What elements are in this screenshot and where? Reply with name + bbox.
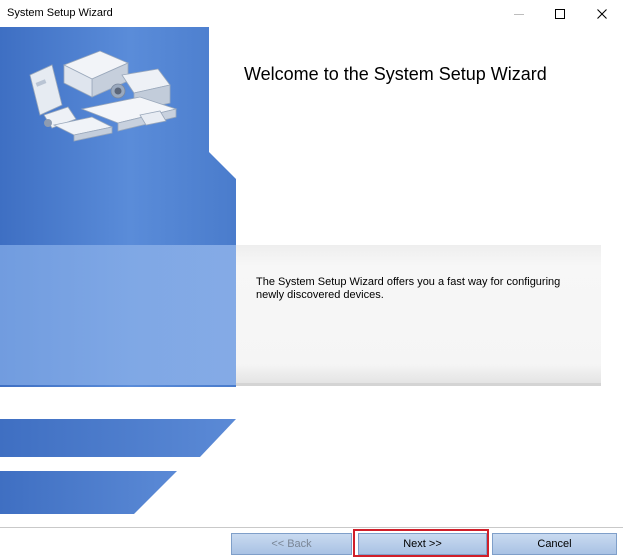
maximize-button[interactable] xyxy=(538,0,582,27)
cancel-button[interactable]: Cancel xyxy=(492,533,617,555)
maximize-icon xyxy=(555,8,565,19)
wizard-content: Welcome to the System Setup Wizard The S… xyxy=(0,27,623,527)
minimize-icon xyxy=(514,13,524,15)
wizard-description: The System Setup Wizard offers you a fas… xyxy=(256,276,561,301)
close-button[interactable] xyxy=(580,0,623,27)
stripe-upper xyxy=(0,419,236,457)
window-title: System Setup Wizard xyxy=(7,7,113,19)
title-bar: System Setup Wizard xyxy=(0,0,623,27)
banner-band xyxy=(0,245,236,385)
stripe-lower xyxy=(0,471,177,514)
back-button[interactable]: << Back xyxy=(231,533,352,555)
close-icon xyxy=(597,8,607,19)
minimize-button[interactable] xyxy=(497,0,541,27)
footer-divider xyxy=(0,527,623,528)
band-shadow xyxy=(236,383,601,386)
description-band xyxy=(236,245,601,385)
page-title: Welcome to the System Setup Wizard xyxy=(244,64,547,84)
next-button[interactable]: Next >> xyxy=(358,533,487,555)
wizard-window: System Setup Wizard Welcome to the Syste… xyxy=(0,0,623,558)
